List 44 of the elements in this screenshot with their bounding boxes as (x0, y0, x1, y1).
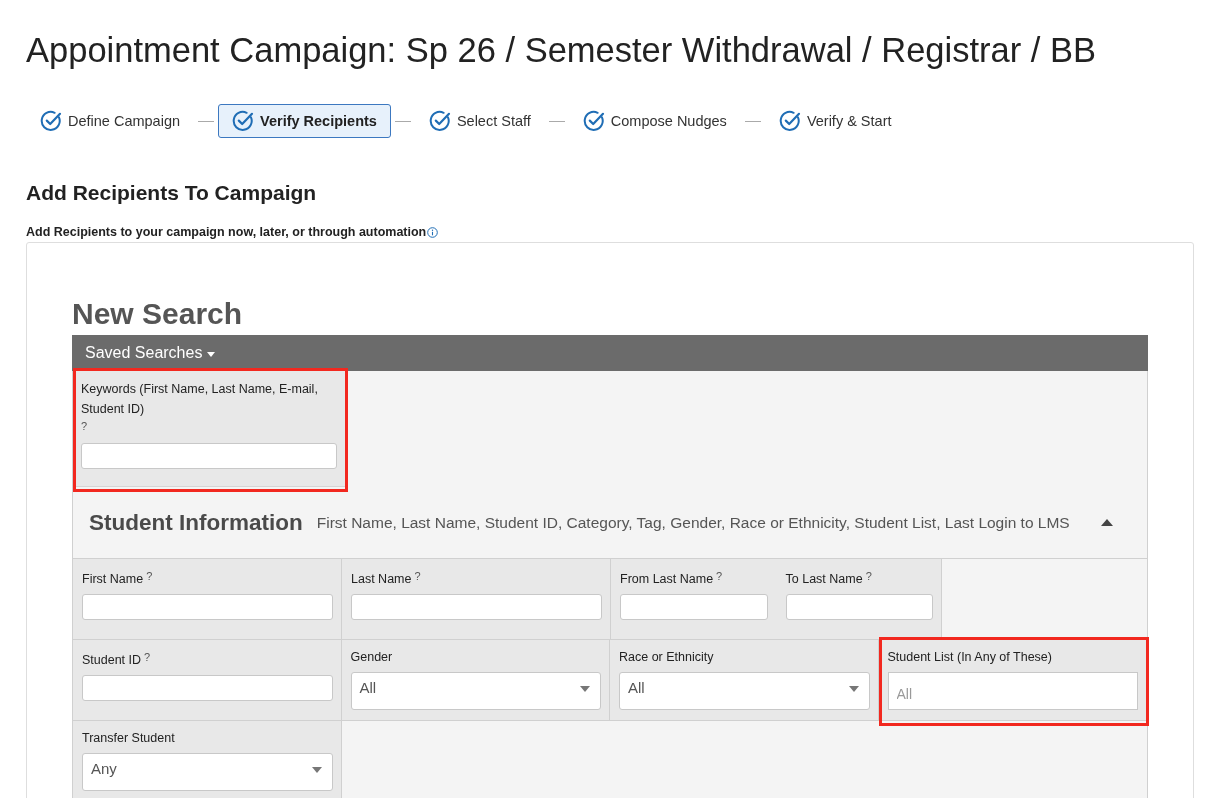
multi-select-field[interactable]: All (887, 672, 1138, 710)
dropdown[interactable]: All (350, 672, 601, 710)
step-tab[interactable]: Select Staff (414, 104, 545, 138)
field-label: Gender (350, 650, 393, 664)
help-mark[interactable]: ? (146, 570, 153, 582)
dropdown[interactable]: All (619, 672, 870, 710)
step-tab[interactable]: Verify & Start (764, 104, 906, 138)
search-title: New Search (72, 296, 244, 332)
help-mark[interactable]: ? (716, 570, 723, 582)
field-label: First Name (82, 572, 144, 586)
field-label: From Last Name (620, 572, 714, 586)
text-field[interactable] (351, 594, 602, 620)
text-field[interactable] (82, 675, 333, 701)
section-title: Student Information (89, 509, 303, 536)
help-mark[interactable]: ? (865, 570, 872, 582)
section-description: Add Recipients to your campaign now, later, or through automation (26, 224, 427, 240)
field-label: Student ID (82, 653, 142, 667)
field-label: Transfer Student (82, 731, 175, 745)
info-icon[interactable] (427, 226, 439, 238)
dropdown[interactable]: Any (82, 753, 333, 791)
text-field[interactable] (620, 594, 768, 620)
field-label: Student List (In Any of These) (887, 650, 1052, 664)
field-label: Last Name (351, 572, 412, 586)
caret-down-icon (312, 767, 322, 773)
section-summary: First Name, Last Name, Student ID, Category, Tag, Gender, Race or Ethnicity, Student List, Last Login to LMS (316, 513, 1070, 532)
help-mark[interactable]: ? (81, 419, 88, 434)
help-mark[interactable]: ? (144, 651, 151, 663)
page-title: Appointment Campaign: Sp 26 / Semester Withdrawal / Registrar / BB (26, 30, 1097, 71)
field-label: Race or Ethnicity (619, 650, 714, 664)
field-label: Keywords (First Name, Last Name, E-mail, Student ID) (81, 381, 319, 418)
step-tab[interactable]: Define Campaign (26, 104, 195, 138)
caret-up-icon[interactable] (1101, 519, 1113, 526)
step-tab[interactable]: Compose Nudges (568, 104, 741, 138)
step-tab[interactable]: Verify Recipients (218, 104, 391, 138)
help-mark[interactable]: ? (414, 570, 421, 582)
caret-down-icon (207, 352, 216, 357)
caret-down-icon (848, 686, 859, 692)
text-field[interactable] (785, 594, 933, 620)
section-heading: Add Recipients To Campaign (26, 180, 318, 206)
saved-searches-button[interactable]: Saved Searches (85, 344, 216, 362)
text-field[interactable] (81, 443, 337, 469)
caret-down-icon (580, 686, 590, 692)
text-field[interactable] (82, 594, 333, 620)
field-label: To Last Name (785, 572, 863, 586)
